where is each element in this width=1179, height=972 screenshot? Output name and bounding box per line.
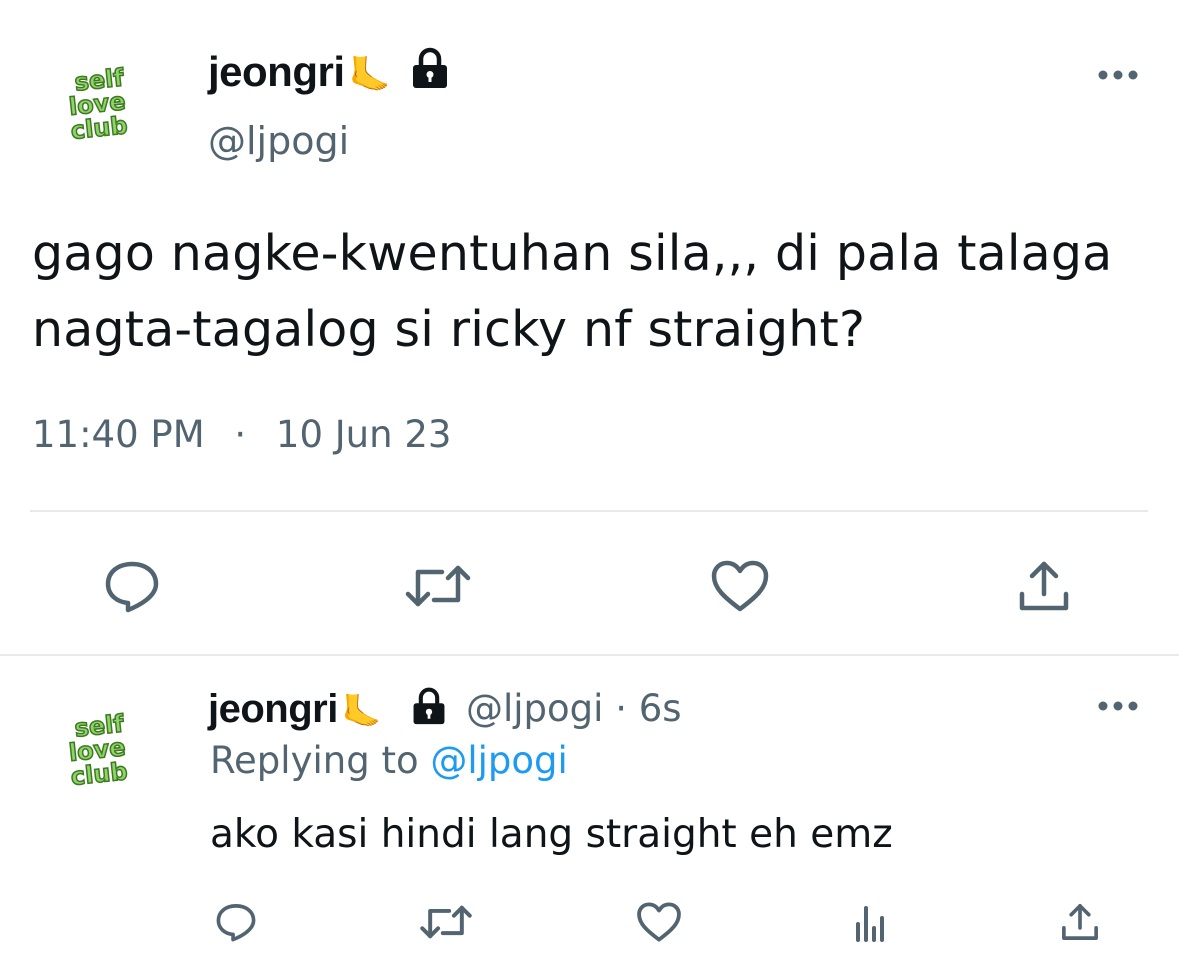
tweet-text: gago nagke-kwentuhan sila,,, di pala tal… [32, 216, 1112, 368]
display-name-text: jeongri [208, 48, 345, 95]
retweet-button[interactable] [418, 900, 474, 944]
share-icon [1062, 904, 1098, 940]
heart-icon [637, 902, 681, 942]
self-love-club-logo-icon: self love club [67, 709, 130, 792]
avatar-text-club: club [69, 757, 128, 791]
reply-button[interactable] [100, 556, 164, 616]
more-options-icon[interactable] [1096, 692, 1140, 720]
heart-icon [711, 560, 769, 612]
replying-to-label: Replying to [210, 739, 419, 782]
separator-dot: · [615, 687, 627, 730]
retweet-icon [420, 905, 472, 939]
share-icon [1019, 561, 1069, 611]
reply-header: jeongri 🦶 [208, 682, 382, 738]
avatar[interactable]: self love club [52, 702, 148, 798]
divider [30, 510, 1148, 512]
avatar[interactable]: self love club [52, 56, 148, 152]
timestamp[interactable]: 11:40 PM · 10 Jun 23 [32, 410, 451, 460]
avatar-text-club: club [69, 111, 128, 145]
separator-dot: · [234, 413, 247, 456]
foot-emoji-icon: 🦶 [348, 56, 391, 94]
lock-icon [410, 46, 450, 94]
display-name[interactable]: jeongri 🦶 [208, 44, 391, 103]
share-button[interactable] [1012, 556, 1076, 616]
more-options-icon[interactable] [1096, 60, 1140, 90]
section-divider [0, 654, 1179, 656]
handle[interactable]: @ljpogi [208, 116, 349, 166]
self-love-club-logo-icon: self love club [67, 63, 130, 146]
display-name[interactable]: jeongri [208, 687, 338, 731]
retweet-icon [405, 565, 471, 607]
replying-to: Replying to @ljpogi [210, 736, 568, 786]
tweet-text-line: gago nagke-kwentuhan sila,,, di pala tal… [32, 225, 1113, 282]
reply-text: ako kasi hindi lang straight eh emz [210, 812, 893, 857]
reply-button[interactable] [212, 898, 260, 946]
comment-icon [105, 561, 159, 613]
date: 10 Jun 23 [275, 413, 452, 456]
like-button[interactable] [634, 898, 684, 946]
tweet-text-line: nagta-tagalog si ricky nf straight? [32, 301, 866, 358]
foot-emoji-icon: 🦶 [341, 692, 382, 730]
time: 11:40 PM [32, 413, 205, 456]
comment-icon [216, 904, 256, 942]
handle[interactable]: @ljpogi [466, 687, 603, 730]
replying-to-handle-link[interactable]: @ljpogi [430, 739, 567, 782]
analytics-button[interactable] [846, 898, 894, 946]
retweet-button[interactable] [404, 560, 472, 612]
reply-meta: @ljpogi · 6s [466, 682, 682, 736]
like-button[interactable] [708, 556, 772, 616]
analytics-bars-icon [856, 906, 884, 942]
tweet-age[interactable]: 6s [639, 687, 682, 730]
lock-icon [410, 686, 448, 730]
share-button[interactable] [1056, 898, 1104, 946]
